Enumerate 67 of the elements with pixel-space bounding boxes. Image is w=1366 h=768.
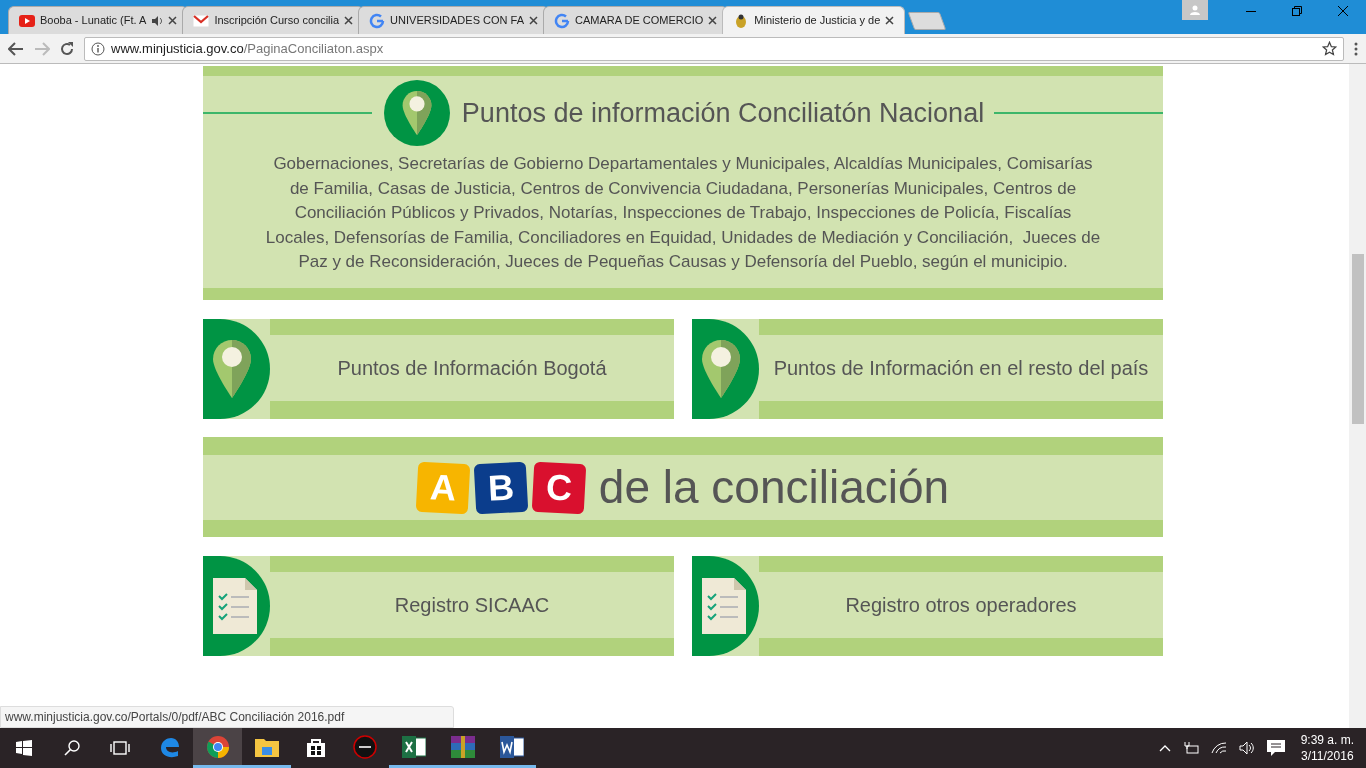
clock-time: 9:39 a. m. xyxy=(1300,732,1354,748)
link-card[interactable]: Registro SICAAC xyxy=(203,556,674,656)
person-icon xyxy=(1190,5,1200,15)
location-pin-icon xyxy=(702,340,740,398)
minimize-icon xyxy=(1246,10,1256,12)
chrome-icon xyxy=(205,734,230,759)
close-icon[interactable] xyxy=(708,16,718,25)
tab-title: UNIVERSIDADES CON FA xyxy=(390,13,524,29)
google-icon xyxy=(553,12,570,29)
video-icon xyxy=(19,14,35,27)
address-bar[interactable]: www.minjusticia.gov.co/PaginaConciliaton.aspx xyxy=(84,36,1344,61)
tab-title: Ministerio de Justicia y de xyxy=(754,13,881,29)
archive-books-icon xyxy=(450,735,475,758)
tab-title: Inscripción Curso concilia xyxy=(214,13,340,29)
location-pin-icon xyxy=(401,91,432,135)
clock[interactable]: 9:39 a. m. 3/11/2016 xyxy=(1296,732,1358,764)
battery-icon[interactable] xyxy=(1182,742,1199,754)
close-icon[interactable] xyxy=(344,16,354,25)
card-label: Puntos de Información Bogotá xyxy=(337,356,607,381)
close-icon xyxy=(1338,6,1348,16)
bookmark-star-icon[interactable] xyxy=(1322,41,1337,56)
card-label: Puntos de Información en el resto del país xyxy=(773,356,1149,381)
abc-banner[interactable]: A B C de la conciliación xyxy=(203,437,1163,537)
task-view-icon xyxy=(110,741,130,755)
chevron-up-icon[interactable] xyxy=(1158,744,1171,752)
status-link-bubble: www.minjusticia.gov.co/Portals/0/pdf/ABC Conciliación 2016.pdf xyxy=(0,706,454,728)
speaker-icon[interactable] xyxy=(1238,741,1255,755)
close-icon[interactable] xyxy=(168,16,178,25)
banner-title: Puntos de información Conciliatón Nacional xyxy=(461,96,985,130)
windows-icon xyxy=(16,740,32,756)
tab-title: CAMARA DE COMERCIO xyxy=(574,13,704,29)
info-icon xyxy=(91,41,105,56)
speaker-icon xyxy=(151,14,164,27)
puzzle-letter: C xyxy=(531,461,587,514)
card-label: Registro otros operadores xyxy=(845,593,1077,618)
wifi-icon[interactable] xyxy=(1210,742,1227,754)
gaming-app-icon xyxy=(352,734,377,759)
back-icon[interactable] xyxy=(8,41,24,56)
puzzle-letter: A xyxy=(415,461,471,514)
document-app-icon xyxy=(499,735,524,758)
link-card[interactable]: Puntos de Información Bogotá xyxy=(203,319,674,419)
link-card[interactable]: Registro otros operadores xyxy=(692,556,1163,656)
search-icon xyxy=(64,740,80,756)
mail-icon xyxy=(193,14,210,27)
puzzle-letter: B xyxy=(473,461,529,514)
abc-title: de la conciliación xyxy=(598,460,950,515)
checklist-document-icon xyxy=(702,578,746,634)
folder-icon xyxy=(254,736,279,757)
close-icon[interactable] xyxy=(528,16,538,25)
google-icon xyxy=(369,12,386,29)
scrollbar[interactable] xyxy=(1349,64,1366,728)
tab-title: Booba - Lunatic (Ft. A xyxy=(40,13,147,29)
clock-date: 3/11/2016 xyxy=(1301,748,1354,764)
spreadsheet-icon xyxy=(401,735,426,758)
url-text: www.minjusticia.gov.co/PaginaConciliaton.aspx xyxy=(111,39,385,58)
browser-tab[interactable]: Ministerio de Justicia y de xyxy=(722,6,906,34)
checklist-document-icon xyxy=(213,578,257,634)
restore-icon xyxy=(1292,6,1302,16)
card-label: Registro SICAAC xyxy=(394,593,550,618)
close-icon[interactable] xyxy=(885,16,895,25)
new-tab-button[interactable] xyxy=(908,12,947,30)
menu-icon[interactable] xyxy=(1354,41,1358,56)
notification-icon[interactable] xyxy=(1266,740,1285,756)
reload-icon[interactable] xyxy=(60,41,74,56)
location-pin-icon xyxy=(213,340,251,398)
link-card[interactable]: Puntos de Información en el resto del país xyxy=(692,319,1163,419)
description-paragraph: Gobernaciones, Secretarías de Gobierno Departamentales y Municipales, Alcaldías Municipales, Comisarías de Familia, Casas de Justicia, Centros de Convivencia Ciudadana, Personerías Municipales, Centros de Conciliación Públicos y Privados, Notarías, Inspecciones de Trabajo, Inspecciones de Policía, Fiscalías Locales, Defensorías de Familia, Conciliadores en Equidad, Unidades de Mediación y Conciliación, Jueces de Paz y de Reconsideración, Jueces de Pequeñas Causas y Defensoría del Pueblo, según el municipio. xyxy=(264,153,1102,273)
